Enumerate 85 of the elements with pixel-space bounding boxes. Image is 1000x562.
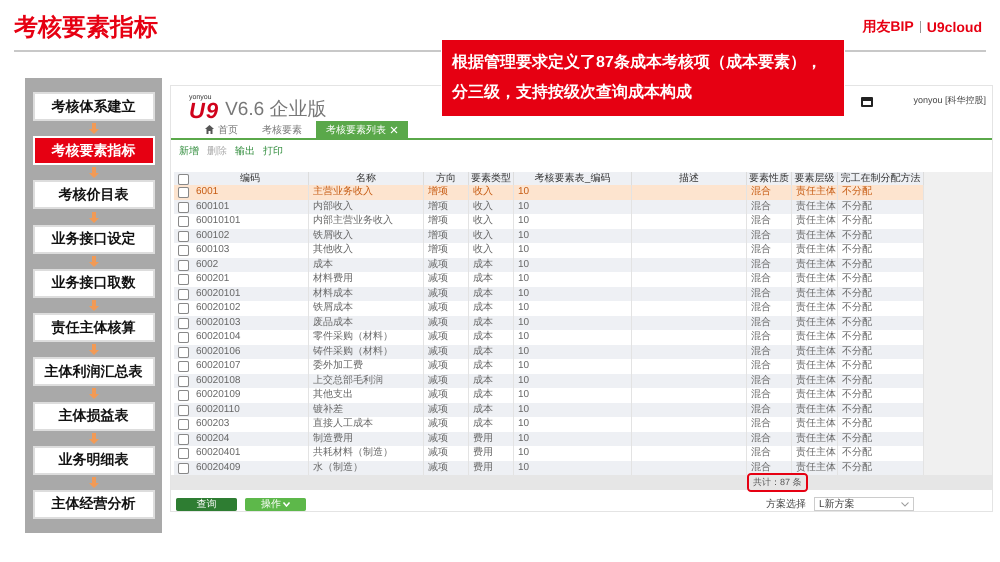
chevron-icon (901, 502, 909, 506)
table-row[interactable]: 60020409 水（制造） 减项 费用 10 混合 责任主体 不分配 (174, 460, 924, 475)
step-box: 主体损益表 (32, 402, 154, 431)
row-checkbox[interactable] (178, 404, 189, 416)
row-checkbox[interactable] (178, 462, 189, 474)
tab-label: 考核要素 (262, 124, 302, 136)
table-row[interactable]: 600201 材料费用 减项 成本 10 混合 责任主体 不分配 (174, 272, 924, 286)
table-row[interactable]: 60020107 委外加工费 减项 成本 10 混合 责任主体 不分配 (174, 359, 924, 374)
slide-title: 考核要素指标 (14, 13, 158, 43)
row-checkbox[interactable] (178, 202, 189, 212)
down-arrow-icon (88, 212, 98, 223)
caret-icon (283, 502, 290, 506)
home-icon (205, 125, 214, 134)
row-checkbox[interactable] (178, 376, 189, 386)
total-count: 共计：87 条 (747, 473, 808, 492)
tab-label: 考核要素列表 (326, 124, 386, 136)
down-arrow-icon (88, 256, 98, 267)
step-box: 业务接口取数 (32, 268, 154, 298)
row-checkbox[interactable] (178, 230, 189, 242)
action-button[interactable]: 查询 (176, 498, 237, 510)
table-row[interactable]: 60020110 镀补差 减项 成本 10 混合 责任主体 不分配 (174, 402, 924, 417)
close-icon[interactable] (390, 126, 398, 134)
row-checkbox[interactable] (178, 419, 189, 430)
table-row[interactable]: 60020109 其他支出 减项 成本 10 混合 责任主体 不分配 (174, 388, 924, 402)
row-checkbox[interactable] (178, 434, 189, 444)
row-checkbox[interactable] (178, 216, 189, 227)
table-row[interactable]: 600204 制造费用 减项 费用 10 混合 责任主体 不分配 (174, 432, 924, 446)
row-checkbox[interactable] (178, 346, 189, 358)
scheme-select[interactable]: L新方案 (814, 497, 914, 511)
toolbar-link[interactable]: 新增 (179, 144, 199, 158)
table-row[interactable]: 60020102 铁屑成本 减项 成本 10 混合 责任主体 不分配 (174, 301, 924, 316)
tab[interactable]: 考核要素 (252, 121, 312, 138)
table-row[interactable]: 60010101 内部主营业务收入 增项 收入 10 混合 责任主体 不分配 (174, 214, 924, 228)
logo-mark: U9 (189, 101, 220, 121)
down-arrow-icon (88, 300, 98, 311)
table-row[interactable]: 60020101 材料成本 减项 成本 10 混合 责任主体 不分配 (174, 286, 924, 301)
calendar-icon[interactable] (861, 96, 874, 107)
product-name: U9cloud (926, 19, 982, 35)
tab[interactable]: 首页 (195, 121, 248, 138)
down-arrow-icon (88, 167, 98, 178)
row-checkbox[interactable] (178, 318, 189, 328)
toolbar-link[interactable]: 打印 (263, 144, 283, 158)
row-checkbox[interactable] (178, 361, 189, 372)
step-box: 主体经营分析 (32, 490, 154, 519)
row-checkbox[interactable] (178, 187, 189, 198)
step-box: 业务接口设定 (32, 224, 154, 254)
table-row[interactable]: 6001 主营业务收入 增项 收入 10 混合 责任主体 不分配 (174, 185, 924, 200)
table-row[interactable]: 600103 其他收入 增项 收入 10 混合 责任主体 不分配 (174, 243, 924, 258)
table-row[interactable]: 600203 直接人工成本 减项 成本 10 混合 责任主体 不分配 (174, 417, 924, 432)
table-row[interactable]: 6002 成本 减项 成本 10 混合 责任主体 不分配 (174, 258, 924, 272)
down-arrow-icon (88, 388, 98, 400)
tab[interactable]: 考核要素列表 (316, 121, 408, 138)
row-checkbox[interactable] (178, 448, 189, 459)
toolbar-link[interactable]: 输出 (235, 144, 255, 158)
version-label: V6.6 企业版 (225, 99, 326, 121)
table-row[interactable]: 600101 内部收入 增项 收入 10 混合 责任主体 不分配 (174, 200, 924, 214)
row-checkbox[interactable] (178, 332, 189, 343)
brand-name: 用友BIP (862, 18, 914, 36)
step-box: 主体利润汇总表 (32, 357, 154, 386)
down-arrow-icon (88, 123, 98, 134)
row-checkbox[interactable] (178, 260, 189, 270)
table-row[interactable]: 60020401 共耗材料（制造） 减项 费用 10 混合 责任主体 不分配 (174, 446, 924, 460)
table-row[interactable]: 60020104 零件采购（材料） 减项 成本 10 混合 责任主体 不分配 (174, 330, 924, 344)
user-name[interactable]: yonyou [科华控股] (913, 94, 986, 107)
step-box: 考核价目表 (32, 180, 154, 210)
select-all-checkbox[interactable] (178, 174, 189, 185)
table-row[interactable]: 60020108 上交总部毛利润 减项 成本 10 混合 责任主体 不分配 (174, 374, 924, 388)
step-box: 考核体系建立 (32, 92, 154, 121)
table-row[interactable]: 60020106 铸件采购（材料） 减项 成本 10 混合 责任主体 不分配 (174, 344, 924, 359)
scheme-label: 方案选择 (766, 498, 806, 511)
row-checkbox[interactable] (178, 274, 189, 285)
row-checkbox[interactable] (178, 288, 189, 300)
row-checkbox[interactable] (178, 303, 189, 314)
down-arrow-icon (88, 476, 98, 488)
step-box: 责任主体核算 (32, 313, 154, 342)
table-row[interactable]: 60020103 废品成本 减项 成本 10 混合 责任主体 不分配 (174, 316, 924, 330)
down-arrow-icon (88, 432, 98, 444)
row-checkbox[interactable] (178, 245, 189, 256)
table-row[interactable]: 600102 铁屑收入 增项 收入 10 混合 责任主体 不分配 (174, 228, 924, 243)
callout-note: 根据管理要求定义了87条成本考核项（成本要素），分三级，支持按级次查询成本构成 (441, 39, 845, 117)
tab-label: 首页 (218, 124, 238, 136)
step-box: 考核要素指标 (32, 136, 154, 166)
step-box: 业务明细表 (32, 446, 154, 475)
down-arrow-icon (88, 344, 98, 356)
row-checkbox[interactable] (178, 390, 189, 401)
